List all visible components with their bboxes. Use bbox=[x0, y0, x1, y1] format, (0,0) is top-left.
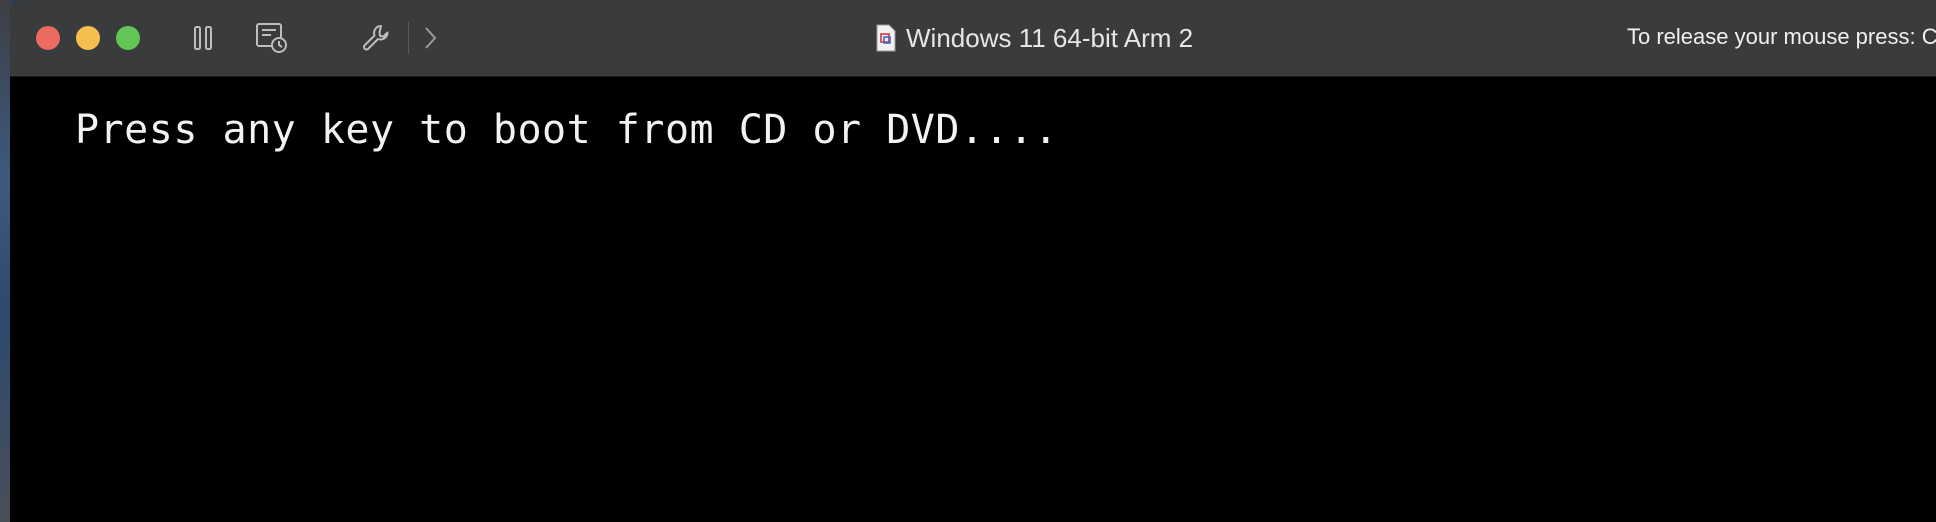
pause-icon[interactable] bbox=[186, 22, 222, 54]
vm-window: Windows 11 64-bit Arm 2 To release your … bbox=[10, 0, 1936, 522]
window-title-group: Windows 11 64-bit Arm 2 bbox=[876, 20, 1193, 56]
close-button[interactable] bbox=[36, 26, 60, 50]
vm-console-screen[interactable]: Press any key to boot from CD or DVD.... bbox=[10, 77, 1936, 522]
window-title: Windows 11 64-bit Arm 2 bbox=[906, 22, 1194, 53]
vm-document-icon bbox=[876, 24, 896, 52]
zoom-button[interactable] bbox=[116, 26, 140, 50]
chevron-right-icon[interactable] bbox=[416, 22, 444, 54]
snapshot-icon[interactable] bbox=[250, 22, 294, 54]
minimize-button[interactable] bbox=[76, 26, 100, 50]
boot-prompt-text: Press any key to boot from CD or DVD.... bbox=[75, 107, 1059, 153]
wrench-icon[interactable] bbox=[356, 22, 396, 54]
window-titlebar[interactable]: Windows 11 64-bit Arm 2 To release your … bbox=[10, 0, 1936, 77]
toolbar-separator bbox=[408, 22, 409, 54]
mouse-release-hint: To release your mouse press: C bbox=[1627, 24, 1936, 49]
